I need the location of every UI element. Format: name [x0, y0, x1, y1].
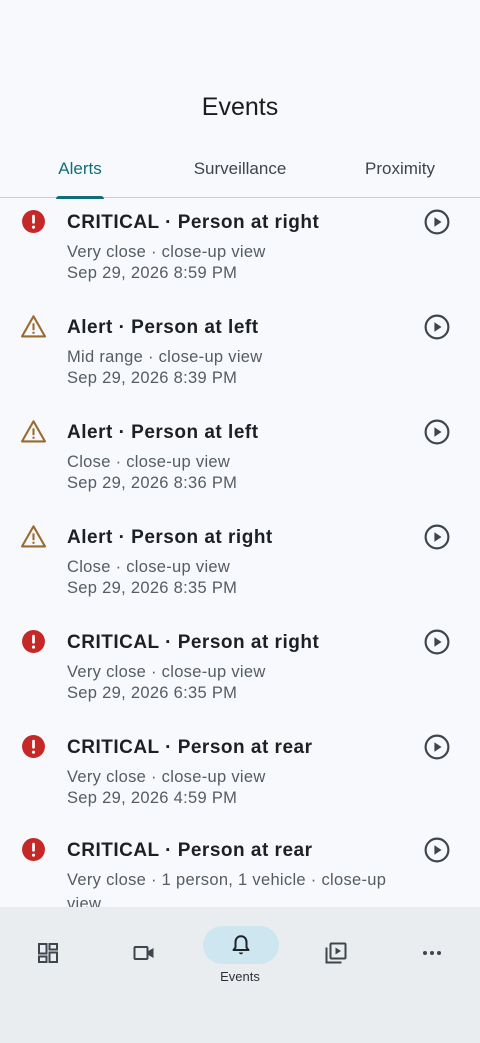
event-timestamp: Sep 29, 2026 8:36 PM — [67, 474, 238, 492]
event-detail: Mid range · close-up view — [67, 348, 263, 366]
warning-triangle-icon — [21, 420, 46, 443]
play-circle-icon[interactable] — [424, 734, 450, 760]
nav-recordings[interactable] — [288, 907, 384, 1007]
play-circle-icon[interactable] — [424, 524, 450, 550]
event-title: Alert · Person at left — [67, 422, 259, 443]
event-list-item[interactable]: CRITICAL · Person at rear Very close · 1… — [0, 827, 480, 907]
play-circle-icon[interactable] — [424, 629, 450, 655]
video-library-icon — [325, 942, 347, 964]
event-list-item[interactable]: CRITICAL · Person at right Very close · … — [0, 199, 480, 304]
event-detail: Very close · close-up view — [67, 663, 266, 681]
warning-triangle-icon — [21, 315, 46, 338]
event-title: CRITICAL · Person at rear — [67, 737, 313, 758]
nav-cameras[interactable] — [96, 907, 192, 1007]
exclamation-circle-icon — [22, 630, 45, 653]
exclamation-circle-icon — [22, 735, 45, 758]
event-title: CRITICAL · Person at right — [67, 212, 320, 233]
event-timestamp: Sep 29, 2026 8:35 PM — [67, 579, 238, 597]
event-list-item[interactable]: CRITICAL · Person at right Very close · … — [0, 619, 480, 724]
event-detail: Very close · close-up view — [67, 768, 266, 786]
event-timestamp: Sep 29, 2026 4:59 PM — [67, 789, 238, 807]
nav-more[interactable] — [384, 907, 480, 1007]
event-list: CRITICAL · Person at right Very close · … — [0, 199, 480, 907]
event-detail: Very close · close-up view — [67, 243, 266, 261]
dashboard-icon — [38, 943, 58, 963]
bell-icon — [232, 935, 250, 955]
event-timestamp: Sep 29, 2026 8:39 PM — [67, 369, 238, 387]
event-list-item[interactable]: Alert · Person at right Close · close-up… — [0, 514, 480, 619]
event-list-item[interactable]: CRITICAL · Person at rear Very close · c… — [0, 724, 480, 829]
exclamation-circle-icon — [22, 838, 45, 861]
play-circle-icon[interactable] — [424, 419, 450, 445]
nav-dashboard[interactable] — [0, 907, 96, 1007]
tab-alerts[interactable]: Alerts — [20, 150, 140, 199]
nav-events[interactable]: Events — [192, 907, 288, 1007]
event-detail: Close · close-up view — [67, 453, 231, 471]
nav-label: Events — [220, 969, 260, 984]
tab-label: Alerts — [58, 159, 102, 178]
event-timestamp: Sep 29, 2026 8:59 PM — [67, 264, 238, 282]
event-title: Alert · Person at left — [67, 317, 259, 338]
event-title: Alert · Person at right — [67, 527, 273, 548]
more-horizontal-icon — [423, 951, 441, 955]
event-timestamp: Sep 29, 2026 6:35 PM — [67, 684, 238, 702]
tab-label: Proximity — [365, 159, 435, 178]
event-list-item[interactable]: Alert · Person at left Close · close-up … — [0, 409, 480, 514]
event-title: CRITICAL · Person at right — [67, 632, 320, 653]
event-detail: Very close · 1 person, 1 vehicle · close… — [67, 871, 387, 907]
video-camera-icon — [133, 946, 154, 960]
tab-surveillance[interactable]: Surveillance — [180, 150, 300, 198]
event-detail: Close · close-up view — [67, 558, 231, 576]
play-circle-icon[interactable] — [424, 314, 450, 340]
app-header: Events — [0, 0, 480, 140]
page-title: Events — [201, 93, 279, 121]
bottom-navigation: Events — [0, 907, 480, 1043]
event-list-item[interactable]: Alert · Person at left Mid range · close… — [0, 304, 480, 409]
play-circle-icon[interactable] — [424, 837, 450, 863]
warning-triangle-icon — [21, 525, 46, 548]
play-circle-icon[interactable] — [424, 209, 450, 235]
tab-label: Surveillance — [193, 159, 287, 178]
exclamation-circle-icon — [22, 210, 45, 233]
tab-proximity[interactable]: Proximity — [340, 150, 460, 198]
event-title: CRITICAL · Person at rear — [67, 840, 313, 861]
tab-bar: Alerts Surveillance Proximity — [0, 150, 480, 199]
